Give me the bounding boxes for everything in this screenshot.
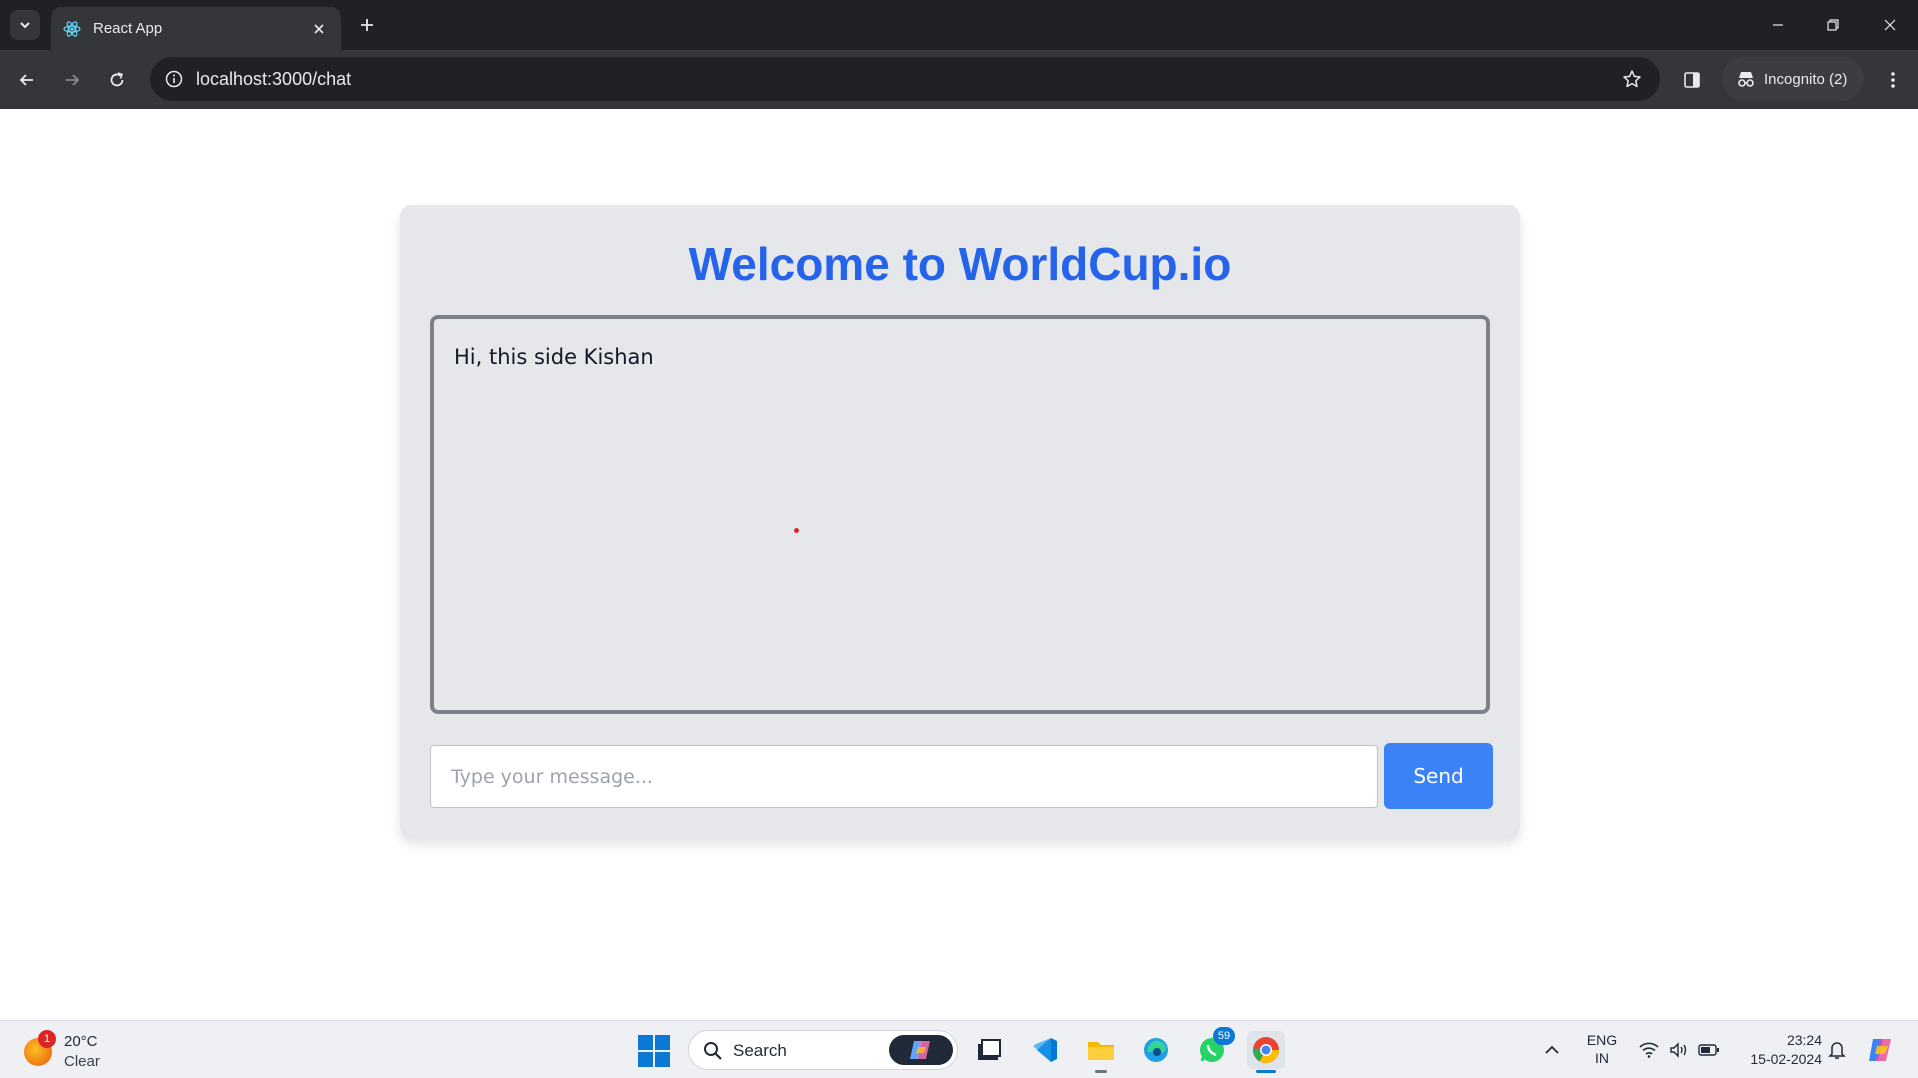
weather-widget[interactable]: 1 20°C Clear: [20, 1030, 120, 1072]
react-logo-icon: [63, 20, 81, 37]
bookmark-button[interactable]: [1616, 63, 1648, 95]
volume-icon: [1670, 1042, 1687, 1058]
edge-app[interactable]: [1137, 1031, 1175, 1069]
close-icon: [1884, 19, 1896, 31]
chat-card: Welcome to WorldCup.io Hi, this side Kis…: [400, 205, 1520, 838]
battery-status[interactable]: [1696, 1021, 1722, 1078]
message-input[interactable]: [430, 745, 1378, 808]
tab-close-button[interactable]: [309, 19, 329, 39]
copilot-tray-button[interactable]: [1864, 1021, 1898, 1078]
chevron-up-icon: [1545, 1045, 1559, 1054]
site-info-button[interactable]: [158, 63, 190, 95]
language-line2: IN: [1595, 1050, 1609, 1066]
address-bar[interactable]: localhost:3000/chat: [150, 57, 1660, 101]
side-panel-icon: [1684, 72, 1700, 88]
arrow-left-icon: [19, 74, 33, 86]
side-panel-button[interactable]: [1675, 63, 1709, 97]
arrow-right-icon: [66, 74, 80, 86]
chevron-down-icon: [20, 22, 30, 29]
send-button[interactable]: Send: [1384, 743, 1493, 809]
url-text[interactable]: localhost:3000/chat: [196, 69, 351, 90]
chat-message: Hi, this side Kishan: [454, 345, 654, 369]
notifications-button[interactable]: [1824, 1021, 1850, 1078]
search-label: Search: [733, 1041, 787, 1060]
tray-overflow-button[interactable]: [1540, 1021, 1564, 1078]
clock-time: 23:24: [1786, 1032, 1822, 1048]
windows-logo-tile: [638, 1035, 653, 1050]
page-viewport: Welcome to WorldCup.io Hi, this side Kis…: [0, 109, 1918, 1020]
bell-icon: [1828, 1042, 1846, 1059]
volume-status[interactable]: [1666, 1021, 1692, 1078]
taskbar: 1 20°C Clear Search 59 ENG IN 23:24 15-0…: [0, 1020, 1918, 1078]
browser-tab[interactable]: React App: [51, 7, 341, 50]
weather-notification-badge: 1: [38, 1030, 56, 1048]
plus-icon: [361, 19, 373, 31]
clock-date: 15-02-2024: [1750, 1051, 1822, 1067]
copilot-icon[interactable]: [889, 1035, 953, 1065]
close-icon: [314, 23, 324, 34]
back-button[interactable]: [10, 63, 44, 97]
tab-title: React App: [93, 20, 163, 37]
chat-messages-area[interactable]: Hi, this side Kishan: [430, 315, 1490, 714]
windows-logo-tile: [655, 1052, 670, 1067]
weather-temperature: 20°C: [64, 1033, 98, 1050]
restore-icon: [1827, 19, 1839, 31]
task-view-button[interactable]: [970, 1031, 1008, 1069]
info-icon: [165, 70, 183, 88]
new-tab-button[interactable]: [352, 10, 382, 40]
copilot-icon: [1869, 1039, 1891, 1061]
wifi-icon: [1639, 1042, 1659, 1058]
browser-menu-button[interactable]: [1876, 63, 1910, 97]
incognito-profile-button[interactable]: Incognito (2): [1722, 57, 1864, 101]
folder-icon: [1088, 1042, 1114, 1060]
whatsapp-app[interactable]: 59: [1193, 1027, 1235, 1069]
search-icon: [701, 1039, 725, 1063]
reload-button[interactable]: [100, 63, 134, 97]
mouse-cursor-dot: [794, 528, 799, 533]
language-line1: ENG: [1586, 1032, 1618, 1048]
taskbar-search[interactable]: Search: [688, 1030, 958, 1070]
browser-tab-strip: React App: [0, 0, 1918, 50]
edge-icon: [1144, 1038, 1168, 1062]
vscode-app[interactable]: [1026, 1031, 1064, 1069]
minimize-icon: [1773, 24, 1783, 26]
incognito-icon: [1738, 72, 1754, 87]
file-explorer-icon: [978, 1039, 1001, 1060]
vscode-icon: [1033, 1038, 1057, 1062]
windows-logo-tile: [638, 1052, 653, 1067]
reload-icon: [110, 72, 124, 87]
minimize-button[interactable]: [1760, 8, 1796, 42]
start-button[interactable]: [638, 1035, 670, 1067]
star-icon: [1623, 70, 1641, 88]
whatsapp-badge: 59: [1213, 1027, 1235, 1045]
windows-logo-tile: [655, 1035, 670, 1050]
system-clock[interactable]: 23:24 15-02-2024: [1732, 1031, 1822, 1069]
app-active-indicator: [1256, 1070, 1276, 1073]
app-running-indicator: [1095, 1070, 1107, 1073]
more-vertical-icon: [1891, 72, 1895, 88]
chrome-icon: [1252, 1037, 1280, 1064]
browser-toolbar: localhost:3000/chat Incognito (2): [0, 50, 1918, 109]
battery-icon: [1698, 1044, 1719, 1056]
incognito-label: Incognito (2): [1764, 70, 1848, 88]
language-indicator[interactable]: ENG IN: [1582, 1031, 1622, 1067]
wifi-status[interactable]: [1636, 1021, 1662, 1078]
tab-search-button[interactable]: [10, 10, 40, 40]
page-title: Welcome to WorldCup.io: [688, 238, 1232, 290]
close-window-button[interactable]: [1872, 8, 1908, 42]
chrome-app[interactable]: [1247, 1031, 1285, 1073]
folder-app[interactable]: [1082, 1031, 1120, 1073]
restore-button[interactable]: [1815, 8, 1851, 42]
weather-condition: Clear: [64, 1053, 100, 1070]
forward-button[interactable]: [55, 63, 89, 97]
